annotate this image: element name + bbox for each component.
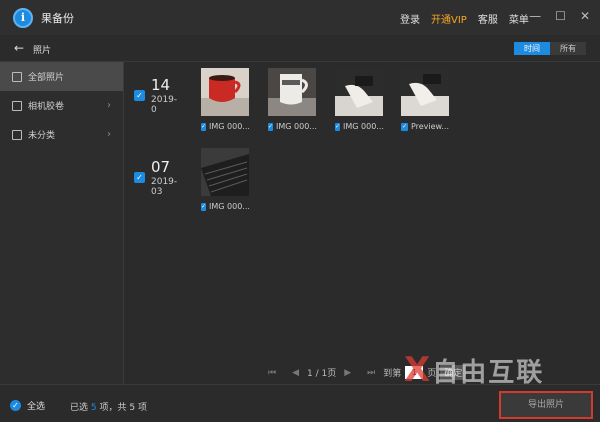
goto-label: 到第 (383, 369, 402, 379)
chevron-right-icon: › (107, 100, 111, 111)
photo-thumb[interactable]: ✓ IMG 000... (268, 68, 317, 131)
page-info: 1 / 1页 (307, 369, 337, 379)
sidebar-item-label: 未分类 (28, 131, 56, 141)
sidebar-item-all-photos[interactable]: 全部照片 (0, 62, 123, 91)
photo-thumb[interactable]: ✓ IMG 000... (335, 68, 384, 131)
sidebar-item-uncategorized[interactable]: 未分类 › (0, 120, 123, 149)
photo-image (201, 68, 249, 116)
sidebar: 全部照片 相机胶卷 › 未分类 › (0, 62, 124, 384)
view-all-button[interactable]: 所有 (550, 42, 586, 55)
select-all-label: 全选 (27, 402, 46, 412)
photo-checkbox[interactable]: ✓ (268, 122, 274, 131)
photo-checkbox[interactable]: ✓ (401, 122, 408, 131)
window-controls: — ☐ ✕ (529, 9, 590, 23)
status-prefix: 已选 (70, 403, 91, 413)
photo-thumb[interactable]: ✓ Preview... (401, 68, 449, 131)
back-arrow-icon[interactable]: ← (14, 41, 24, 55)
photo-caption: IMG 000... (209, 202, 250, 211)
close-icon[interactable]: ✕ (580, 9, 590, 23)
photo-image (201, 148, 249, 196)
last-page-icon[interactable]: ⏭ (367, 368, 375, 378)
photo-grid: ✓ 14 2019-0 ✓ IMG 000... ✓ IMG 000... ✓ IMG… (124, 62, 600, 384)
sidebar-item-camera-roll[interactable]: 相机胶卷 › (0, 91, 123, 120)
group-day: 07 (151, 158, 171, 176)
photo-thumb[interactable]: ✓ IMG 000... (201, 148, 250, 211)
first-page-icon[interactable]: ⏮ (268, 368, 276, 378)
minimize-icon[interactable]: — (529, 9, 541, 23)
group-date: 2019-0 (151, 95, 178, 115)
footer: ✓ 全选 已选 5 项，共 5 项 导出照片 (0, 384, 600, 422)
title-bar: i 果备份 登录 开通VIP 客服 菜单 — ☐ ✕ (0, 0, 600, 35)
export-photos-button[interactable]: 导出照片 (499, 391, 593, 419)
view-toggle: 时间 所有 (514, 42, 586, 55)
app-logo-icon: i (13, 7, 33, 28)
prev-page-icon[interactable]: ◀ (292, 368, 299, 378)
next-page-icon[interactable]: ▶ (344, 368, 351, 378)
select-all-checkbox-icon: ✓ (10, 400, 21, 411)
view-time-button[interactable]: 时间 (514, 42, 550, 55)
photo-image (335, 68, 383, 116)
photo-image (268, 68, 316, 116)
chevron-right-icon: › (107, 129, 111, 140)
photos-icon (12, 71, 22, 82)
support-link[interactable]: 客服 (478, 11, 498, 26)
status-suffix: 项 (135, 403, 147, 413)
photo-checkbox[interactable]: ✓ (201, 202, 207, 211)
photo-thumb[interactable]: ✓ IMG 000... (201, 68, 250, 131)
status-mid: 项，共 (96, 403, 130, 413)
selection-status: 已选 5 项，共 5 项 (70, 400, 147, 413)
sub-header: ← 照片 时间 所有 (0, 35, 600, 62)
group-checkbox[interactable]: ✓ (134, 90, 145, 101)
vip-link[interactable]: 开通VIP (431, 11, 467, 26)
top-links: 登录 开通VIP 客服 菜单 (400, 11, 540, 26)
photo-caption: IMG 000... (209, 122, 250, 131)
photo-caption: IMG 000... (343, 122, 384, 131)
select-all[interactable]: ✓ 全选 (10, 399, 45, 412)
image-icon (12, 129, 22, 140)
app-title: 果备份 (41, 11, 74, 25)
login-link[interactable]: 登录 (400, 11, 420, 26)
photo-caption: Preview... (410, 122, 449, 131)
maximize-icon[interactable]: ☐ (555, 9, 566, 23)
breadcrumb: 照片 (33, 46, 52, 56)
sidebar-item-label: 全部照片 (28, 73, 65, 83)
group-checkbox[interactable]: ✓ (134, 172, 145, 183)
group-day: 14 (151, 76, 171, 94)
photo-checkbox[interactable]: ✓ (201, 122, 207, 131)
image-icon (12, 100, 22, 111)
sidebar-item-label: 相机胶卷 (28, 102, 65, 112)
menu-link[interactable]: 菜单 (509, 11, 529, 26)
photo-caption: IMG 000... (276, 122, 317, 131)
photo-image (401, 68, 449, 116)
group-date: 2019-03 (151, 177, 178, 197)
photo-checkbox[interactable]: ✓ (335, 122, 341, 131)
